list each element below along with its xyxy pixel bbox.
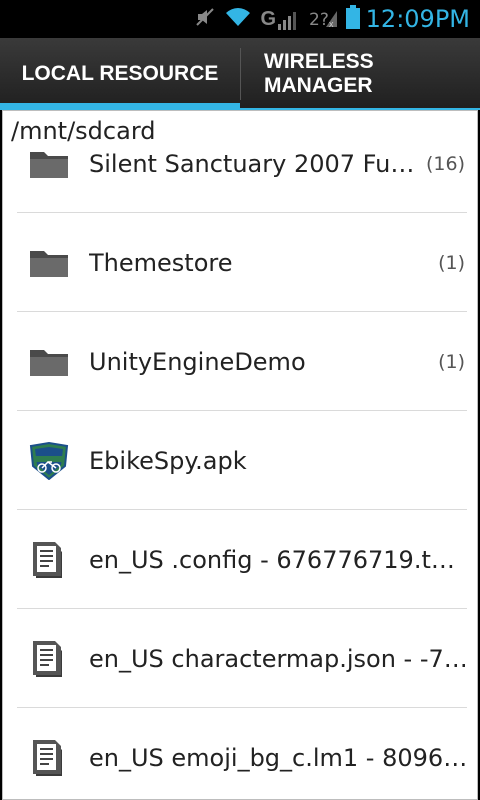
status-icons: G 2? x [194, 4, 360, 34]
tab-wireless-manager-label: WIRELESS MANAGER [264, 50, 374, 97]
row-divider [17, 311, 467, 312]
item-name: en_US emoji_bg_c.lm1 - 80967… [89, 744, 469, 772]
row-divider [17, 509, 467, 510]
clock: 12:09PM [365, 5, 470, 33]
tab-local-resource[interactable]: LOCAL RESOURCE [0, 38, 240, 110]
document-icon [27, 538, 71, 582]
status-bar: G 2? x 12:09PM [0, 0, 480, 38]
row-divider [17, 212, 467, 213]
item-name: Silent Sanctuary 2007 Fus… [89, 150, 417, 178]
list-item[interactable]: UnityEngineDemo (1) [3, 313, 477, 411]
row-divider [17, 608, 467, 609]
folder-icon [27, 340, 71, 384]
battery-icon [346, 4, 360, 34]
ebikespy-app-icon [27, 439, 71, 483]
active-tab-indicator [0, 103, 240, 110]
list-item[interactable]: Themestore (1) [3, 214, 477, 312]
item-name: Themestore [89, 249, 233, 277]
tab-bar: LOCAL RESOURCE WIRELESS MANAGER [0, 38, 480, 110]
item-name: UnityEngineDemo [89, 348, 306, 376]
svg-text:x: x [329, 19, 334, 28]
list-item[interactable]: en_US emoji_bg_c.lm1 - 80967… [3, 709, 477, 799]
document-icon [27, 637, 71, 681]
list-item[interactable]: en_US charactermap.json - -7… [3, 610, 477, 708]
mute-icon [194, 6, 216, 33]
sim2-no-signal-icon: 2? x [308, 6, 338, 33]
item-name: EbikeSpy.apk [89, 447, 247, 475]
item-count: (1) [438, 252, 465, 274]
wifi-icon [224, 6, 252, 33]
item-count: (16) [425, 153, 465, 175]
tab-wireless-manager[interactable]: WIRELESS MANAGER [240, 38, 480, 110]
item-name: en_US .config - 676776719.tmp [89, 546, 469, 574]
folder-icon [27, 142, 71, 186]
svg-text:2?: 2? [309, 10, 329, 28]
list-item[interactable]: en_US .config - 676776719.tmp [3, 511, 477, 609]
current-path: /mnt/sdcard [11, 117, 156, 145]
item-name: en_US charactermap.json - -7… [89, 645, 468, 673]
list-item[interactable]: EbikeSpy.apk [3, 412, 477, 510]
network-type-label: G [260, 7, 276, 30]
item-count: (1) [438, 351, 465, 373]
gsm-signal-icon: G [260, 8, 300, 31]
folder-icon [27, 241, 71, 285]
row-divider [17, 707, 467, 708]
file-browser-panel[interactable]: Silent Sanctuary 2007 Fus… (16) Themesto… [2, 110, 478, 800]
row-divider [17, 410, 467, 411]
document-icon [27, 736, 71, 780]
